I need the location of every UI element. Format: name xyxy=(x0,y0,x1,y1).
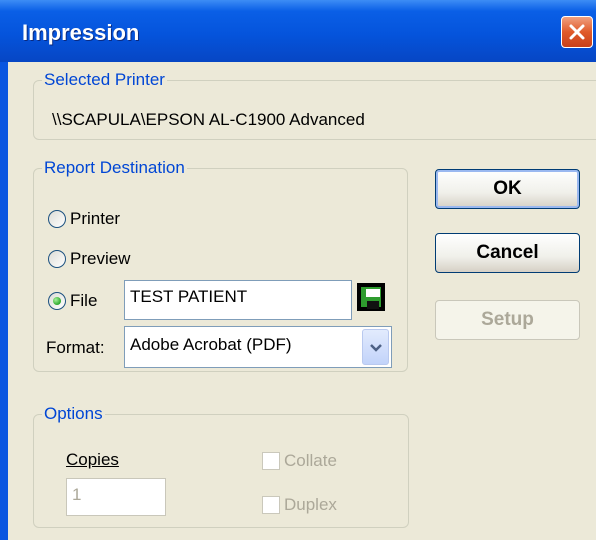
radio-selected-dot xyxy=(53,297,61,305)
radio-preview[interactable] xyxy=(48,250,66,268)
collate-checkbox[interactable] xyxy=(262,452,280,470)
dialog-body: Selected Printer \\SCAPULA\EPSON AL-C190… xyxy=(8,62,596,540)
radio-file[interactable] xyxy=(48,292,66,310)
title-bar[interactable]: Impression xyxy=(0,0,596,62)
print-dialog: Impression Selected Printer \\SCAPULA\EP… xyxy=(0,0,596,540)
file-name-input[interactable]: TEST PATIENT xyxy=(124,280,352,320)
floppy-disk-icon xyxy=(361,287,381,309)
format-value: Adobe Acrobat (PDF) xyxy=(130,335,292,354)
options-group: Options Copies 1 Collate Duplex xyxy=(33,404,409,528)
close-icon xyxy=(569,24,585,40)
close-button[interactable] xyxy=(561,16,593,48)
ok-button[interactable]: OK xyxy=(435,169,580,209)
window-title: Impression xyxy=(22,20,140,45)
format-label: Format: xyxy=(46,338,105,357)
radio-file-label[interactable]: File xyxy=(70,291,97,311)
radio-printer[interactable] xyxy=(48,210,66,228)
file-name-value: TEST PATIENT xyxy=(130,287,248,306)
format-dropdown-button[interactable] xyxy=(362,329,389,365)
radio-printer-label[interactable]: Printer xyxy=(70,209,120,229)
selected-printer-legend: Selected Printer xyxy=(44,70,165,89)
copies-input[interactable]: 1 xyxy=(66,478,166,516)
duplex-label[interactable]: Duplex xyxy=(284,495,337,515)
options-legend: Options xyxy=(44,404,103,423)
printer-name: \\SCAPULA\EPSON AL-C1900 Advanced xyxy=(52,110,365,129)
selected-printer-group: Selected Printer \\SCAPULA\EPSON AL-C190… xyxy=(33,70,596,140)
radio-preview-label[interactable]: Preview xyxy=(70,249,130,269)
setup-button[interactable]: Setup xyxy=(435,300,580,340)
duplex-checkbox[interactable] xyxy=(262,496,280,514)
cancel-button[interactable]: Cancel xyxy=(435,233,580,273)
collate-label[interactable]: Collate xyxy=(284,451,337,471)
report-destination-legend: Report Destination xyxy=(44,158,185,177)
save-file-button[interactable] xyxy=(357,283,385,311)
copies-value: 1 xyxy=(72,485,82,504)
format-select[interactable]: Adobe Acrobat (PDF) xyxy=(124,326,392,368)
copies-label: Copies xyxy=(66,450,119,469)
chevron-down-icon xyxy=(370,344,382,352)
report-destination-group: Report Destination Printer Preview File … xyxy=(33,158,408,372)
